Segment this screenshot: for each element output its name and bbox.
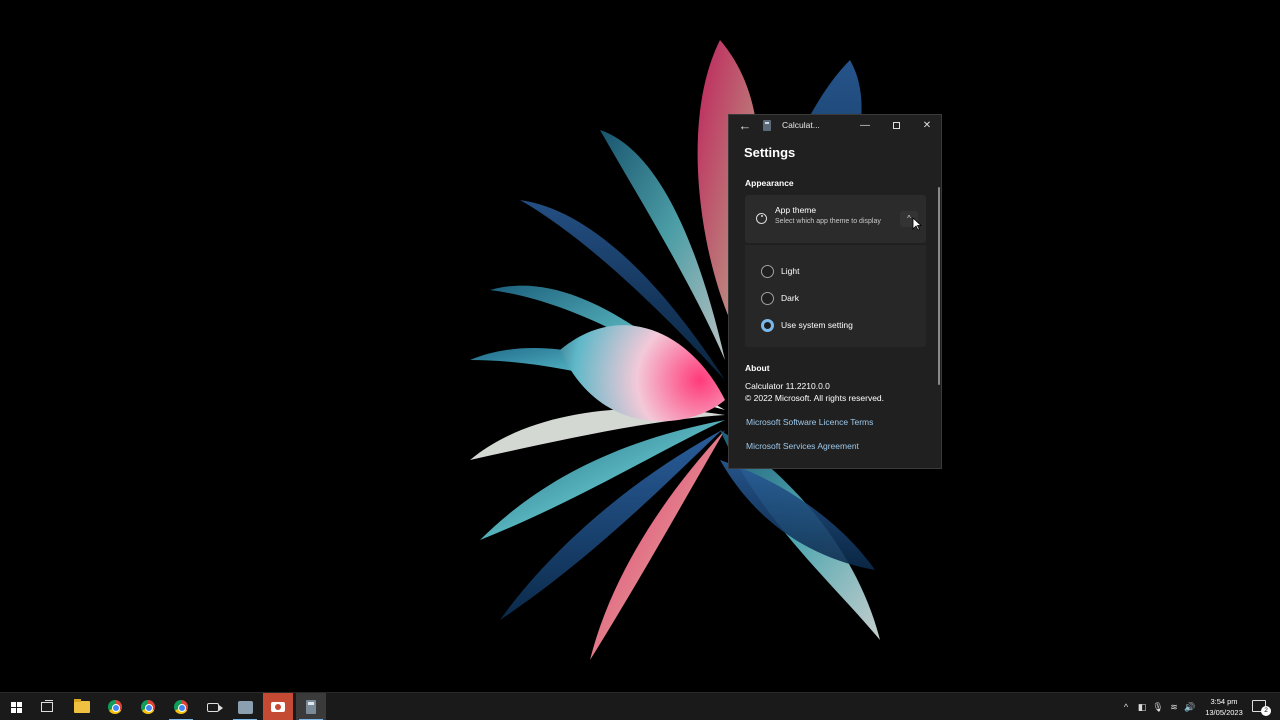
radio-button[interactable] [761,291,774,305]
notification-count-badge: 2 [1261,706,1271,716]
licence-terms-link[interactable]: Microsoft Software Licence Terms [746,417,873,427]
flower-wallpaper-art [470,40,880,660]
close-icon[interactable]: ✕ [916,117,938,135]
title-bar[interactable]: ← Calculat... — ✕ [729,115,941,137]
taskbar: ^ ◧ 🎙 ≋ 🔊 3:54 pm 13/05/2023 2 [0,692,1280,720]
app-window-icon[interactable] [230,693,260,720]
appearance-heading: Appearance [745,178,794,188]
time-text: 3:54 pm [1210,697,1238,706]
minimize-icon[interactable]: — [854,117,876,135]
radio-label: Dark [781,293,799,303]
page-title: Settings [744,145,796,160]
app-theme-card[interactable]: App theme Select which app theme to disp… [745,195,926,243]
system-tray: ^ ◧ 🎙 ≋ 🔊 [1118,693,1198,720]
version-text: Calculator 11.2210.0.0 [745,381,830,391]
tray-app-icon[interactable]: ◧ [1134,702,1150,713]
back-arrow-icon[interactable]: ← [737,118,753,134]
tray-chevron-icon[interactable]: ^ [1118,702,1134,712]
app-theme-description: Select which app theme to display [775,218,881,225]
date-text: 13/05/2023 [1205,708,1243,717]
calculator-taskbar-icon[interactable] [296,693,326,720]
clock[interactable]: 3:54 pm 13/05/2023 [1198,696,1250,718]
palette-icon [756,213,767,224]
theme-radio-light[interactable]: Light [761,263,799,279]
copyright-text: © 2022 Microsoft. All rights reserved. [745,393,885,403]
chrome-profile-icon[interactable] [133,693,163,720]
calculator-settings-window: ← Calculat... — ✕ Settings Appearance Ap… [728,114,942,469]
chrome-icon[interactable] [100,693,130,720]
volume-icon[interactable]: 🔊 [1182,702,1198,713]
radio-button[interactable] [761,264,774,278]
calculator-icon [763,120,771,131]
screen-recorder-icon[interactable] [263,693,293,720]
scrollbar[interactable] [938,187,940,385]
app-theme-title: App theme [775,205,817,215]
mouse-cursor-icon [912,217,922,231]
radio-label: Light [781,266,800,276]
desktop-wallpaper [0,0,1280,692]
window-title: Calculat... [782,120,820,130]
radio-button-selected[interactable] [761,318,774,332]
file-explorer-icon[interactable] [67,693,97,720]
task-view-icon[interactable] [32,693,62,720]
microphone-icon[interactable]: 🎙 [1150,702,1166,713]
theme-radio-system[interactable]: Use system setting [761,317,853,333]
about-heading: About [745,363,770,373]
windows-icon[interactable] [1,693,31,720]
chrome-profile-2-icon[interactable] [166,693,196,720]
services-agreement-link[interactable]: Microsoft Services Agreement [746,441,859,451]
wifi-icon[interactable]: ≋ [1166,702,1182,713]
camera-icon[interactable] [198,693,228,720]
radio-label: Use system setting [781,320,853,330]
maximize-icon[interactable] [885,117,907,135]
theme-radio-dark[interactable]: Dark [761,290,799,306]
